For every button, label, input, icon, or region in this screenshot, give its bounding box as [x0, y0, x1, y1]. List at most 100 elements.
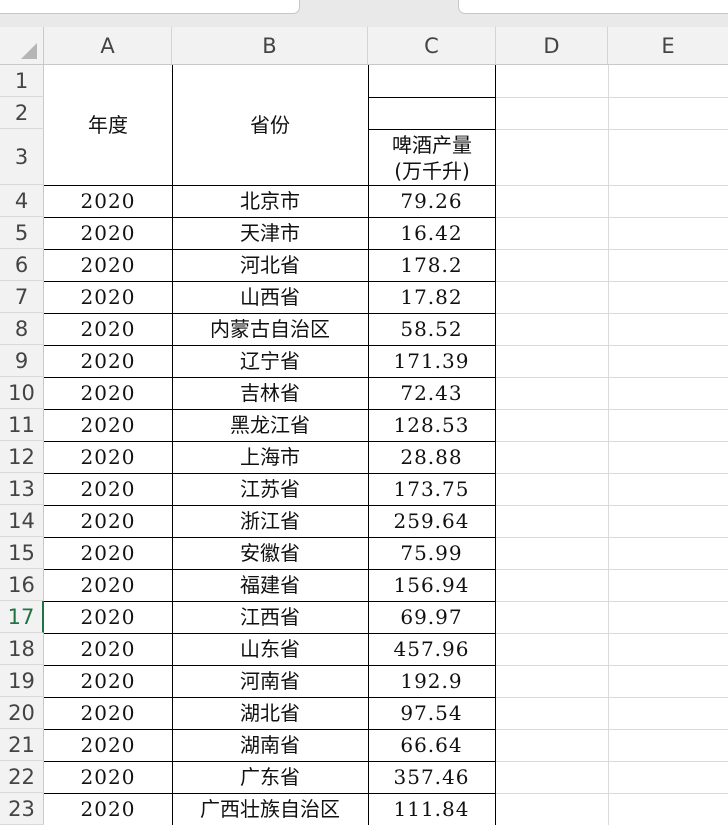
- gridline-horizontal: [496, 377, 728, 378]
- cell-beer-output[interactable]: 128.53: [368, 410, 495, 441]
- row-header[interactable]: 18: [0, 633, 44, 665]
- row-header[interactable]: 16: [0, 569, 44, 601]
- row-header[interactable]: 12: [0, 441, 44, 473]
- cell-province[interactable]: 广东省: [172, 762, 368, 793]
- row-header[interactable]: 7: [0, 281, 44, 313]
- cell-beer-output[interactable]: 17.82: [368, 282, 495, 313]
- cell-province[interactable]: 吉林省: [172, 378, 368, 409]
- cell-province[interactable]: 江苏省: [172, 474, 368, 505]
- row-header[interactable]: 17: [0, 601, 44, 633]
- cell-province[interactable]: 广西壮族自治区: [172, 794, 368, 825]
- cell-beer-output[interactable]: 72.43: [368, 378, 495, 409]
- column-header-b[interactable]: B: [172, 27, 368, 65]
- cell-beer-output[interactable]: 16.42: [368, 218, 495, 249]
- cell-beer-output[interactable]: 259.64: [368, 506, 495, 537]
- cell-year[interactable]: 2020: [44, 282, 172, 313]
- cell-beer-output[interactable]: 28.88: [368, 442, 495, 473]
- row-header[interactable]: 8: [0, 313, 44, 345]
- row-header[interactable]: 21: [0, 729, 44, 761]
- cell-province[interactable]: 河南省: [172, 666, 368, 697]
- select-all-corner[interactable]: [0, 27, 44, 65]
- gridline-horizontal: [496, 313, 728, 314]
- cell-province[interactable]: 天津市: [172, 218, 368, 249]
- cell-beer-output[interactable]: 97.54: [368, 698, 495, 729]
- cell-beer-output[interactable]: 357.46: [368, 762, 495, 793]
- row-header[interactable]: 9: [0, 345, 44, 377]
- cell-beer-output[interactable]: 171.39: [368, 346, 495, 377]
- cell-province[interactable]: 福建省: [172, 570, 368, 601]
- cell-province[interactable]: 河北省: [172, 250, 368, 281]
- row-header[interactable]: 10: [0, 377, 44, 409]
- row-header[interactable]: 14: [0, 505, 44, 537]
- cell-year[interactable]: 2020: [44, 442, 172, 473]
- header-beer-output[interactable]: 啤酒产量 (万千升): [368, 129, 496, 185]
- row-header[interactable]: 15: [0, 537, 44, 569]
- cell-province[interactable]: 浙江省: [172, 506, 368, 537]
- cell-province[interactable]: 山东省: [172, 634, 368, 665]
- row-header[interactable]: 19: [0, 665, 44, 697]
- cell-province[interactable]: 湖南省: [172, 730, 368, 761]
- column-header-e[interactable]: E: [608, 27, 728, 65]
- row-header[interactable]: 20: [0, 697, 44, 729]
- cell-year[interactable]: 2020: [44, 378, 172, 409]
- cell-year[interactable]: 2020: [44, 410, 172, 441]
- cell-year[interactable]: 2020: [44, 698, 172, 729]
- cell-beer-output[interactable]: 79.26: [368, 186, 495, 217]
- cell-year[interactable]: 2020: [44, 762, 172, 793]
- gridline-horizontal: [496, 569, 728, 570]
- sheet-tab[interactable]: …: [0, 0, 300, 14]
- cell-year[interactable]: 2020: [44, 250, 172, 281]
- cell-province[interactable]: 黑龙江省: [172, 410, 368, 441]
- cell-province[interactable]: 湖北省: [172, 698, 368, 729]
- row-header[interactable]: 22: [0, 761, 44, 793]
- cell-beer-output[interactable]: 111.84: [368, 794, 495, 825]
- column-header-a[interactable]: A: [44, 27, 172, 65]
- cell-beer-output[interactable]: 69.97: [368, 602, 495, 633]
- cell-year[interactable]: 2020: [44, 186, 172, 217]
- sheet-tab[interactable]: …: [458, 0, 728, 14]
- cell-beer-output[interactable]: 192.9: [368, 666, 495, 697]
- cell-province[interactable]: 辽宁省: [172, 346, 368, 377]
- row-header[interactable]: 23: [0, 793, 44, 825]
- cell-beer-output[interactable]: 178.2: [368, 250, 495, 281]
- cell-beer-output[interactable]: 457.96: [368, 634, 495, 665]
- spreadsheet-grid[interactable]: A B C D E 1 2 3 4 5 6 7 8 9 10 11 12 13 14 15 16 17 18 19 2…: [0, 27, 728, 825]
- cell-year[interactable]: 2020: [44, 218, 172, 249]
- cell-year[interactable]: 2020: [44, 538, 172, 569]
- row-header[interactable]: 5: [0, 217, 44, 249]
- cell-year[interactable]: 2020: [44, 506, 172, 537]
- gridline-horizontal: [496, 185, 728, 186]
- cell-beer-output[interactable]: 66.64: [368, 730, 495, 761]
- cell-year[interactable]: 2020: [44, 794, 172, 825]
- row-header[interactable]: 11: [0, 409, 44, 441]
- row-header[interactable]: 1: [0, 65, 44, 97]
- cell-year[interactable]: 2020: [44, 314, 172, 345]
- cell-province[interactable]: 山西省: [172, 282, 368, 313]
- cell-year[interactable]: 2020: [44, 570, 172, 601]
- cell-beer-output[interactable]: 156.94: [368, 570, 495, 601]
- column-header-d[interactable]: D: [496, 27, 608, 65]
- cell-year[interactable]: 2020: [44, 602, 172, 633]
- cell-year[interactable]: 2020: [44, 634, 172, 665]
- header-beer-line2: (万千升): [394, 159, 470, 183]
- column-header-c[interactable]: C: [368, 27, 496, 65]
- row-header[interactable]: 2: [0, 97, 44, 129]
- cell-year[interactable]: 2020: [44, 346, 172, 377]
- row-header[interactable]: 6: [0, 249, 44, 281]
- cell-year[interactable]: 2020: [44, 730, 172, 761]
- row-header[interactable]: 3: [0, 129, 44, 185]
- cell-province[interactable]: 江西省: [172, 602, 368, 633]
- row-header[interactable]: 13: [0, 473, 44, 505]
- cell-province[interactable]: 安徽省: [172, 538, 368, 569]
- cell-year[interactable]: 2020: [44, 666, 172, 697]
- cell-beer-output[interactable]: 75.99: [368, 538, 495, 569]
- cell-beer-output[interactable]: 173.75: [368, 474, 495, 505]
- cell-province[interactable]: 上海市: [172, 442, 368, 473]
- header-year[interactable]: 年度: [44, 65, 172, 185]
- cell-beer-output[interactable]: 58.52: [368, 314, 495, 345]
- cell-province[interactable]: 内蒙古自治区: [172, 314, 368, 345]
- row-header[interactable]: 4: [0, 185, 44, 217]
- cell-province[interactable]: 北京市: [172, 186, 368, 217]
- cell-year[interactable]: 2020: [44, 474, 172, 505]
- header-province[interactable]: 省份: [172, 65, 368, 185]
